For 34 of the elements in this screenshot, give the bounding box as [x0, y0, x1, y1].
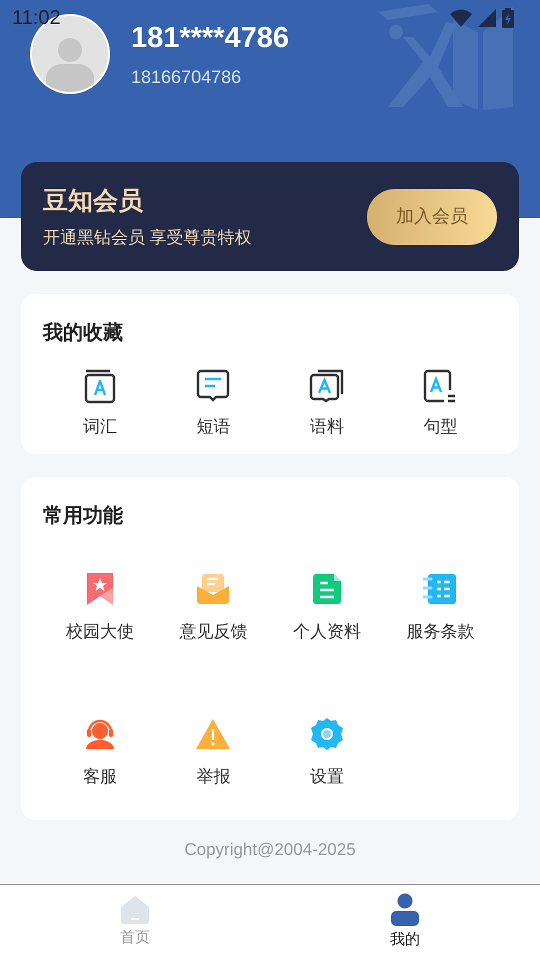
user-icon [390, 893, 420, 928]
headset-person-icon [84, 718, 116, 750]
function-item[interactable]: 服务条款 [384, 570, 497, 644]
copyright-text: Copyright@2004-2025 [183, 838, 357, 860]
membership-subtitle: 开通黑钻会员 享受尊贵特权 [43, 226, 252, 248]
warning-icon [195, 718, 232, 750]
file-icon [312, 572, 342, 604]
user-name: 181****4786 [131, 21, 290, 56]
function-item[interactable]: 设置 [270, 716, 384, 790]
phone-number: 18166704786 [131, 66, 242, 89]
envelope-icon [196, 572, 230, 604]
favorite-item[interactable]: 语料 [270, 368, 384, 440]
favorite-item[interactable]: 句型 [384, 368, 497, 440]
function-item[interactable]: 个人资料 [270, 570, 384, 644]
notebook-icon [423, 572, 458, 604]
signal-icon [478, 9, 496, 27]
membership-title: 豆知会员 [43, 186, 144, 217]
favorite-item[interactable]: 词汇 [43, 368, 156, 440]
wifi-icon [450, 9, 472, 27]
favorite-item[interactable]: 短语 [156, 368, 270, 440]
settings-icon [310, 717, 344, 751]
function-item[interactable]: 校园大使 [43, 570, 156, 644]
nav-tab[interactable]: 我的 [270, 885, 540, 960]
battery-icon [502, 8, 514, 28]
function-item[interactable]: 举报 [156, 716, 270, 790]
section-title: 我的收藏 [43, 321, 124, 346]
function-item[interactable]: 客服 [43, 716, 156, 790]
stacked-cards-icon [308, 368, 345, 404]
chat-icon [195, 368, 232, 404]
join-membership-button[interactable]: 加入会员 [367, 188, 497, 244]
function-item[interactable]: 意见反馈 [156, 570, 270, 644]
section-title: 常用功能 [43, 504, 124, 528]
home-icon [120, 895, 150, 926]
status-time: 11:02 [12, 6, 61, 31]
